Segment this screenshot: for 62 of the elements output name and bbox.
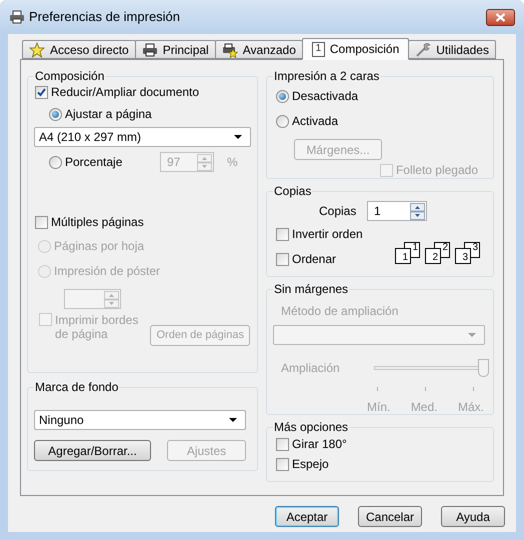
dialog-button[interactable]: Aceptar: [275, 506, 339, 527]
group-title: Impresión a 2 caras: [273, 69, 380, 83]
copies-label: Copias: [319, 203, 358, 220]
window-title: Preferencias de impresión: [29, 8, 180, 26]
tab[interactable]: Principal: [134, 40, 216, 59]
close-icon: [495, 12, 506, 22]
tick-label: Mín.: [367, 399, 390, 416]
dialog-button[interactable]: Cancelar: [358, 506, 422, 527]
tab[interactable]: Utilidades: [408, 40, 496, 59]
group-title: Marca de fondo: [34, 380, 120, 394]
tab[interactable]: 1 Composición: [302, 38, 410, 60]
group-title: Composición: [34, 69, 106, 83]
checkbox[interactable]: [35, 86, 48, 98]
method-label: Método de ampliación: [281, 303, 400, 320]
checkbox-label: Ordenar: [292, 252, 336, 266]
paper-size-dropdown[interactable]: A4 (210 x 297 mm): [34, 127, 251, 147]
star-icon: [29, 42, 45, 58]
enlargement-label: Ampliación: [281, 360, 341, 377]
checkbox-label: Girar 180°: [292, 437, 347, 451]
radio-label: Ajustar a página: [65, 106, 152, 123]
percent-unit: %: [227, 154, 238, 171]
printer-icon: [142, 42, 158, 58]
checkbox[interactable]: [276, 458, 289, 470]
tick-label: Med.: [410, 399, 438, 416]
copies-field[interactable]: 1: [367, 201, 427, 221]
tick-label: Máx.: [458, 399, 484, 416]
checkbox-label: Múltiples páginas: [51, 215, 144, 229]
radio-label: Porcentaje: [65, 154, 122, 171]
checkbox[interactable]: [35, 216, 48, 228]
radio-label: Impresión de póster: [54, 263, 160, 280]
radio-label: Activada: [292, 113, 338, 130]
radio-button[interactable]: [276, 90, 289, 102]
tab[interactable]: Acceso directo: [22, 40, 136, 59]
checkbox-label: Imprimir bordes de página: [55, 313, 140, 341]
wrench-icon: [415, 42, 432, 58]
checkbox[interactable]: [276, 438, 289, 450]
dialog-button[interactable]: Ayuda: [441, 506, 505, 527]
watermark-dropdown[interactable]: Ninguno: [34, 410, 246, 430]
printer-star-icon: [222, 42, 238, 58]
caret-icon: [234, 135, 242, 139]
group-title: Más opciones: [273, 420, 350, 434]
radio-button[interactable]: [49, 108, 62, 120]
group-title: Copias: [273, 184, 312, 198]
tab[interactable]: Avanzado: [214, 40, 303, 59]
close-button[interactable]: [486, 8, 515, 26]
method-dropdown[interactable]: [273, 325, 485, 345]
page-icon: 1: [312, 42, 325, 56]
checkbox-label: Espejo: [292, 457, 329, 471]
group-title: Sin márgenes: [273, 282, 350, 296]
caret-icon: [468, 333, 476, 337]
spin-buttons-icon[interactable]: [410, 202, 425, 220]
checkbox[interactable]: [276, 228, 289, 240]
radio-label: Desactivada: [292, 88, 358, 105]
checkbox[interactable]: [276, 252, 289, 266]
radio-label: Páginas por hoja: [54, 238, 144, 255]
printer-icon: [9, 9, 25, 25]
checkbox-label: Folleto plegado: [396, 163, 478, 177]
radio-button[interactable]: [276, 114, 289, 128]
caret-icon: [229, 418, 237, 422]
watermark-button[interactable]: Agregar/Borrar...: [34, 440, 151, 461]
checkbox-label: Reducir/Ampliar documento: [51, 85, 200, 99]
checkbox-label: Invertir orden: [292, 227, 363, 241]
